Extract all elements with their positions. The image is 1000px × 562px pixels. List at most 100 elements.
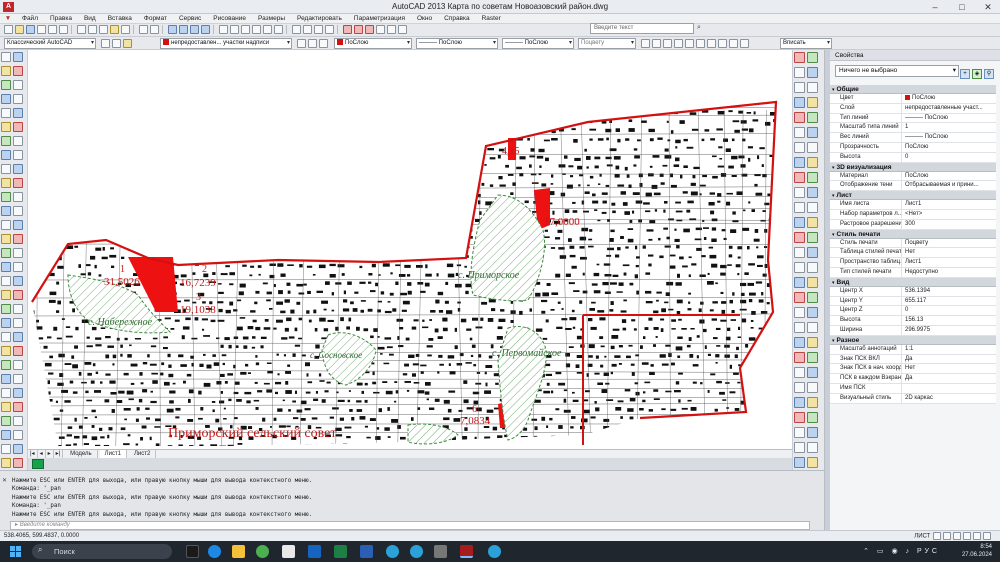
modify-tool-icon[interactable] [794,442,805,453]
property-value[interactable]: ——— ПоСлою [902,133,996,142]
property-row[interactable]: Знак ПСК в нач. коорд. Нет [830,364,996,375]
draw-tool-icon[interactable] [13,388,23,398]
draw-tool-icon[interactable] [13,150,23,160]
open-icon[interactable] [15,25,24,34]
draw-tool-icon[interactable] [13,178,23,188]
draw-tool-icon[interactable] [13,360,23,370]
modify-tool-icon[interactable] [807,442,818,453]
draw-tool-icon[interactable] [13,458,23,468]
menu-parametric[interactable]: Параметризация [348,14,411,24]
property-value[interactable]: Да [902,355,996,364]
modify-tool-icon[interactable] [807,277,818,288]
property-value[interactable]: 1:1 [902,345,996,354]
raster-2-icon[interactable] [353,25,363,34]
viewer-icon[interactable] [434,545,447,558]
app-menu-icon[interactable]: ▼ [0,15,16,22]
properties-icon[interactable] [218,25,228,34]
calculator-icon[interactable] [273,25,283,34]
draw-tool-icon[interactable] [13,346,23,356]
extra-1-icon[interactable] [641,39,650,48]
property-value[interactable]: 536.1394 [902,287,996,296]
extra-3-icon[interactable] [663,39,672,48]
modify-tool-icon[interactable] [794,97,805,108]
property-row[interactable]: Ширина 296.9975 [830,325,996,336]
property-value[interactable]: 2D каркас [902,394,996,403]
workspace-switch-icon[interactable] [963,532,971,540]
property-value[interactable]: Лист1 [902,258,996,267]
collapse-icon[interactable]: ▾ [832,87,835,93]
properties-section[interactable]: ▾ Общие [830,85,996,94]
draw-tool-icon[interactable] [13,248,23,258]
modify-tool-icon[interactable] [807,52,818,63]
property-value[interactable]: ПоСлою [902,94,996,103]
layer-manager-icon[interactable] [112,39,121,48]
menu-help[interactable]: Справка [438,14,476,24]
extra-4-icon[interactable] [674,39,683,48]
draw-tool-icon[interactable] [1,206,11,216]
drawing-area[interactable]: 1 31,5026 2 16,7239 3 19,1038 4,15 17,00… [28,50,792,458]
select-objects-icon[interactable]: ◈ [972,69,982,79]
search-input[interactable]: Введите текст [590,23,694,34]
properties-section[interactable]: ▾ Стиль печати [830,229,996,239]
draw-tool-icon[interactable] [1,262,11,272]
property-row[interactable]: Прозрачность ПоСлою [830,142,996,153]
property-row[interactable]: Имя ПСК [830,383,996,394]
autocad-taskbar-icon[interactable] [460,545,473,558]
selection-combo[interactable]: Ничего не выбрано ▾ [835,65,959,77]
collapse-icon[interactable]: ▾ [832,193,835,199]
draw-tool-icon[interactable] [1,360,11,370]
modify-tool-icon[interactable] [807,217,818,228]
paste-icon[interactable] [98,25,108,34]
sheet-set-icon[interactable] [251,25,261,34]
modify-tool-icon[interactable] [794,52,805,63]
markup-icon[interactable] [262,25,272,34]
menu-dimension[interactable]: Размеры [252,14,291,24]
close-button[interactable]: ✕ [978,1,998,13]
property-value[interactable]: Нет [902,248,996,257]
draw-tool-icon[interactable] [1,444,11,454]
modify-tool-icon[interactable] [807,262,818,273]
property-row[interactable]: Вес линий ——— ПоСлою [830,133,996,143]
modify-tool-icon[interactable] [807,427,818,438]
menu-view[interactable]: Вид [78,14,102,24]
zoom-previous-icon[interactable] [200,25,210,34]
command-close-icon[interactable]: ✕ [2,477,7,484]
property-value[interactable]: ПоСлою [902,172,996,181]
draw-tool-icon[interactable] [13,122,23,132]
draw-tool-icon[interactable] [13,262,23,272]
modify-tool-icon[interactable] [794,187,805,198]
property-value[interactable]: Лист1 [902,200,996,209]
model-space-icon[interactable] [32,459,44,469]
modify-tool-icon[interactable] [794,322,805,333]
modify-tool-icon[interactable] [794,367,805,378]
modify-tool-icon[interactable] [794,142,805,153]
properties-section[interactable]: ▾ 3D визуализация [830,162,996,172]
redo-icon[interactable] [149,25,159,34]
modify-tool-icon[interactable] [807,187,818,198]
modify-tool-icon[interactable] [794,202,805,213]
draw-tool-icon[interactable] [1,234,11,244]
property-row[interactable]: Материал ПоСлою [830,171,996,182]
modify-tool-icon[interactable] [807,247,818,258]
draw-tool-icon[interactable] [1,150,11,160]
quick-select-icon[interactable]: ⚲ [984,69,994,79]
property-row[interactable]: Высота 156.13 [830,316,996,326]
property-value[interactable]: 0 [902,153,996,162]
menu-insert[interactable]: Вставка [102,14,138,24]
extra-6-icon[interactable] [696,39,705,48]
draw-tool-icon[interactable] [13,430,23,440]
extra-10-icon[interactable] [740,39,749,48]
plotstyle-combo[interactable]: Поцвету ▾ [578,38,636,49]
draw-tool-icon[interactable] [13,206,23,216]
draw-tool-icon[interactable] [1,164,11,174]
zoom-combo[interactable]: Вписать ▾ [780,38,832,49]
draw-tool-icon[interactable] [13,52,23,62]
property-value[interactable]: ——— ПоСлою [902,114,996,123]
modify-tool-icon[interactable] [807,157,818,168]
modify-tool-icon[interactable] [794,67,805,78]
draw-tool-icon[interactable] [1,192,11,202]
raster-6-icon[interactable] [397,25,407,34]
draw-tool-icon[interactable] [13,136,23,146]
property-value[interactable]: непредоставленные участ... [902,104,996,113]
publish-icon[interactable] [59,25,68,34]
